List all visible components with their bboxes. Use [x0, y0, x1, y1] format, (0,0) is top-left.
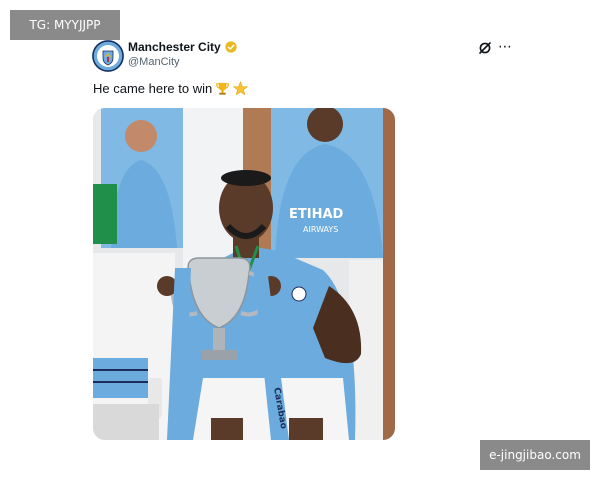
verified-badge-icon — [225, 41, 237, 53]
watermark-top-left: TG: MYYJJPP — [10, 10, 120, 40]
author-display-name[interactable]: Manchester City — [128, 40, 221, 54]
airways-sign: AIRWAYS — [303, 225, 338, 234]
man-city-crest-icon — [92, 40, 124, 72]
trophy-celebration-photo: ETIHAD AIRWAYS Carabao — [93, 108, 395, 440]
avatar[interactable] — [92, 40, 124, 72]
more-icon[interactable]: ⋯ — [496, 37, 514, 55]
watermark-bottom-right: e-jingjibao.com — [480, 440, 590, 470]
star-emoji — [233, 81, 249, 96]
trophy-emoji — [216, 82, 230, 95]
author-name-row[interactable]: Manchester City — [128, 40, 237, 54]
grok-icon[interactable] — [478, 41, 492, 55]
tweet-text-row: He came here to win — [93, 81, 249, 96]
tweet-text: He came here to win — [93, 81, 213, 96]
etihad-sign: ETIHAD — [289, 207, 344, 222]
author-handle[interactable]: @ManCity — [128, 56, 180, 68]
tweet-photo[interactable]: ETIHAD AIRWAYS Carabao — [93, 108, 395, 440]
